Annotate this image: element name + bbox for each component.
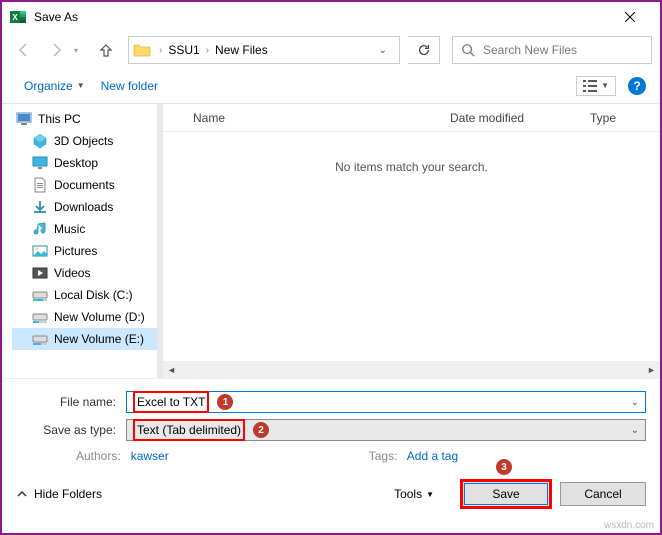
- watermark: wsxdn.com: [604, 520, 654, 531]
- forward-button[interactable]: [42, 36, 70, 64]
- tools-menu[interactable]: Tools ▼: [394, 487, 434, 501]
- disk-icon: [32, 309, 48, 325]
- scroll-right-icon[interactable]: ►: [643, 361, 660, 378]
- authors-value[interactable]: kawser: [131, 449, 169, 463]
- svg-text:X: X: [12, 13, 18, 22]
- folder-icon: [133, 41, 151, 59]
- back-button[interactable]: [10, 36, 38, 64]
- file-list: Name Date modified Type No items match y…: [163, 104, 660, 378]
- disk-icon: [32, 331, 48, 347]
- new-folder-button[interactable]: New folder: [93, 75, 166, 97]
- music-icon: [32, 221, 48, 237]
- save-type-value: Text (Tab delimited): [133, 419, 245, 441]
- horizontal-scrollbar[interactable]: ◄ ►: [163, 361, 660, 378]
- organize-menu[interactable]: Organize ▼: [16, 75, 93, 97]
- annotation-1: 1: [217, 394, 233, 410]
- videos-icon: [32, 265, 48, 281]
- annotation-2: 2: [253, 422, 269, 438]
- breadcrumb-item[interactable]: SSU1: [164, 43, 203, 57]
- tree-item-videos[interactable]: Videos: [12, 262, 157, 284]
- titlebar: X Save As: [2, 2, 660, 32]
- chevron-down-icon: ▼: [426, 490, 434, 499]
- chevron-down-icon[interactable]: ⌄: [631, 425, 639, 436]
- pictures-icon: [32, 243, 48, 259]
- tree-item-new-volume-d[interactable]: New Volume (D:): [12, 306, 157, 328]
- file-name-value: Excel to TXT: [133, 391, 209, 413]
- disk-icon: [32, 287, 48, 303]
- search-placeholder: Search New Files: [483, 43, 577, 57]
- hide-folders-button[interactable]: Hide Folders: [16, 487, 102, 501]
- footer: Hide Folders Tools ▼ 3 Save Cancel: [2, 471, 660, 523]
- column-date[interactable]: Date modified: [450, 111, 590, 125]
- up-button[interactable]: [92, 36, 120, 64]
- file-name-label: File name:: [16, 395, 126, 409]
- window-title: Save As: [34, 10, 607, 24]
- column-type[interactable]: Type: [590, 111, 660, 125]
- column-headers[interactable]: Name Date modified Type: [163, 104, 660, 132]
- chevron-icon: ›: [157, 45, 164, 56]
- close-button[interactable]: [607, 2, 652, 32]
- annotation-3: 3: [496, 459, 512, 475]
- tree-item-downloads[interactable]: Downloads: [12, 196, 157, 218]
- save-type-label: Save as type:: [16, 423, 126, 437]
- tree-item-this-pc[interactable]: This PC: [12, 108, 157, 130]
- scroll-left-icon[interactable]: ◄: [163, 361, 180, 378]
- main-area: This PC 3D Objects Desktop Documents Dow…: [2, 104, 660, 378]
- file-name-input[interactable]: Excel to TXT 1 ⌄: [126, 391, 646, 413]
- save-type-dropdown[interactable]: Text (Tab delimited) 2 ⌄: [126, 419, 646, 441]
- toolbar: Organize ▼ New folder ▼ ?: [2, 68, 660, 104]
- search-input[interactable]: Search New Files: [452, 36, 652, 64]
- history-dropdown[interactable]: ▾: [74, 46, 88, 55]
- authors-label: Authors:: [76, 449, 121, 463]
- help-button[interactable]: ?: [628, 77, 646, 95]
- save-form: File name: Excel to TXT 1 ⌄ Save as type…: [2, 378, 660, 471]
- breadcrumb-item[interactable]: New Files: [211, 43, 272, 57]
- refresh-button[interactable]: [408, 36, 440, 64]
- tree-item-documents[interactable]: Documents: [12, 174, 157, 196]
- empty-message: No items match your search.: [163, 132, 660, 174]
- folder-tree[interactable]: This PC 3D Objects Desktop Documents Dow…: [2, 104, 157, 378]
- tree-item-music[interactable]: Music: [12, 218, 157, 240]
- chevron-icon: ›: [204, 45, 211, 56]
- view-options-button[interactable]: ▼: [576, 76, 616, 96]
- tree-item-3d-objects[interactable]: 3D Objects: [12, 130, 157, 152]
- navbar: ▾ › SSU1 › New Files ⌄ Search New Files: [2, 32, 660, 68]
- tags-label: Tags:: [369, 449, 398, 463]
- cancel-button[interactable]: Cancel: [560, 482, 646, 506]
- chevron-down-icon[interactable]: ⌄: [631, 397, 639, 408]
- excel-icon: X: [10, 9, 26, 25]
- address-dropdown[interactable]: ⌄: [371, 45, 395, 56]
- tree-item-desktop[interactable]: Desktop: [12, 152, 157, 174]
- save-button[interactable]: Save: [460, 479, 552, 509]
- desktop-icon: [32, 155, 48, 171]
- tree-item-pictures[interactable]: Pictures: [12, 240, 157, 262]
- tags-value[interactable]: Add a tag: [407, 449, 458, 463]
- address-bar[interactable]: › SSU1 › New Files ⌄: [128, 36, 400, 64]
- chevron-down-icon: ▼: [77, 81, 85, 90]
- tree-item-new-volume-e[interactable]: New Volume (E:): [12, 328, 157, 350]
- downloads-icon: [32, 199, 48, 215]
- pc-icon: [16, 111, 32, 127]
- column-name[interactable]: Name: [163, 111, 450, 125]
- documents-icon: [32, 177, 48, 193]
- tree-item-local-disk-c[interactable]: Local Disk (C:): [12, 284, 157, 306]
- chevron-down-icon: ▼: [601, 81, 609, 90]
- 3d-icon: [32, 133, 48, 149]
